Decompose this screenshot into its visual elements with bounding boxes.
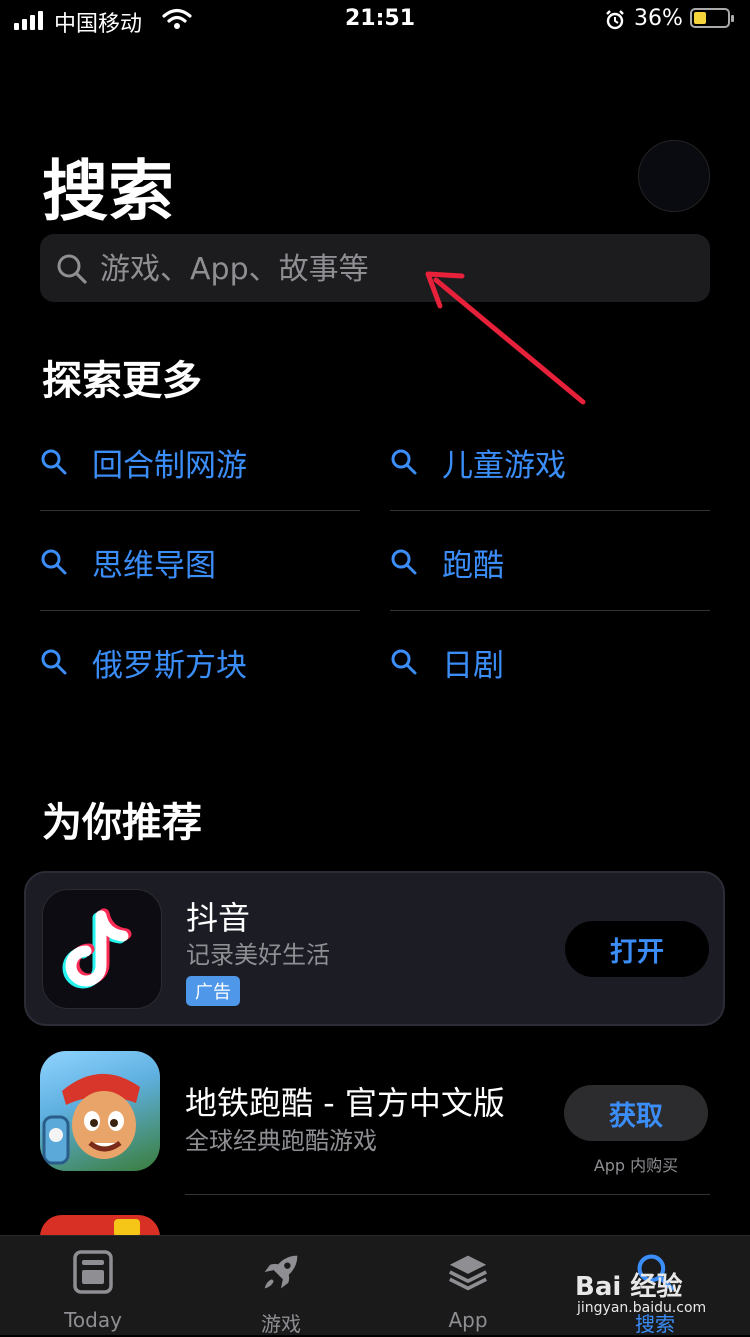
cellular-signal-icon bbox=[14, 10, 46, 30]
open-button[interactable]: 打开 bbox=[565, 921, 709, 977]
app-name: 抖音 bbox=[186, 899, 251, 937]
search-icon bbox=[391, 449, 417, 475]
battery-icon bbox=[690, 8, 734, 28]
search-icon bbox=[391, 549, 417, 575]
app-name: 地铁跑酷 - 官方中文版 bbox=[185, 1084, 505, 1122]
tab-label: 游戏 bbox=[261, 1312, 301, 1336]
today-icon bbox=[73, 1250, 113, 1294]
search-bar[interactable] bbox=[40, 234, 710, 304]
explore-item[interactable]: 思维导图 bbox=[40, 512, 360, 612]
explore-item[interactable]: 跑酷 bbox=[390, 512, 710, 612]
tab-games[interactable]: 游戏 bbox=[206, 1236, 356, 1336]
tab-today[interactable]: Today bbox=[18, 1236, 168, 1335]
carrier-name: 中国移动 bbox=[54, 12, 143, 37]
divider bbox=[390, 610, 710, 611]
partial-app-icon[interactable] bbox=[40, 1215, 160, 1237]
baidu-jingyan-watermark: Bai 经验 jingyan.baidu.com bbox=[575, 1266, 725, 1326]
account-avatar[interactable] bbox=[638, 140, 710, 212]
explore-item[interactable]: 儿童游戏 bbox=[390, 412, 710, 512]
explore-section-title: 探索更多 bbox=[42, 358, 202, 404]
explore-item[interactable]: 回合制网游 bbox=[40, 412, 360, 512]
ad-badge: 广告 bbox=[186, 976, 240, 1006]
divider bbox=[390, 510, 710, 511]
explore-item-label: 思维导图 bbox=[92, 548, 216, 584]
explore-item-label: 跑酷 bbox=[442, 548, 504, 584]
layers-icon bbox=[449, 1255, 487, 1291]
app-subtitle: 记录美好生活 bbox=[186, 941, 330, 969]
explore-item-label: 儿童游戏 bbox=[442, 448, 566, 484]
douyin-app-icon[interactable] bbox=[42, 889, 162, 1009]
subway-surfers-app-icon[interactable] bbox=[40, 1051, 160, 1171]
get-button[interactable]: 获取 bbox=[564, 1085, 708, 1141]
explore-item-label: 俄罗斯方块 bbox=[92, 648, 247, 684]
search-icon bbox=[57, 254, 87, 284]
explore-item[interactable]: 日剧 bbox=[390, 612, 710, 712]
explore-item-label: 日剧 bbox=[442, 648, 504, 684]
tab-label: App bbox=[448, 1308, 488, 1332]
page-title: 搜索 bbox=[42, 153, 174, 230]
subway-surfers-character-icon bbox=[42, 1073, 140, 1165]
watermark-brand: Bai 经验 bbox=[575, 1272, 683, 1302]
divider bbox=[40, 510, 360, 511]
search-icon bbox=[391, 649, 417, 675]
tab-label: Today bbox=[64, 1308, 122, 1332]
explore-item[interactable]: 俄罗斯方块 bbox=[40, 612, 360, 712]
explore-item-label: 回合制网游 bbox=[92, 448, 247, 484]
recommend-section-title: 为你推荐 bbox=[42, 800, 202, 846]
divider bbox=[40, 610, 360, 611]
search-icon bbox=[41, 449, 67, 475]
wifi-icon bbox=[162, 8, 192, 29]
ad-app-card[interactable]: 抖音 记录美好生活 广告 打开 bbox=[24, 871, 725, 1026]
in-app-purchase-note: App 内购买 bbox=[593, 1156, 679, 1175]
status-bar: 中国移动 21:51 36% bbox=[0, 0, 750, 44]
app-subtitle: 全球经典跑酷游戏 bbox=[185, 1127, 377, 1155]
tab-apps[interactable]: App bbox=[393, 1236, 543, 1335]
divider bbox=[185, 1194, 710, 1195]
rocket-icon bbox=[264, 1255, 298, 1289]
search-icon bbox=[41, 649, 67, 675]
alarm-icon bbox=[606, 10, 624, 30]
tiktok-note-icon bbox=[62, 908, 132, 989]
watermark-url: jingyan.baidu.com bbox=[577, 1300, 707, 1316]
search-input[interactable] bbox=[98, 234, 702, 304]
clock: 21:51 bbox=[345, 6, 416, 31]
battery-percent: 36% bbox=[634, 6, 683, 31]
search-icon bbox=[41, 549, 67, 575]
